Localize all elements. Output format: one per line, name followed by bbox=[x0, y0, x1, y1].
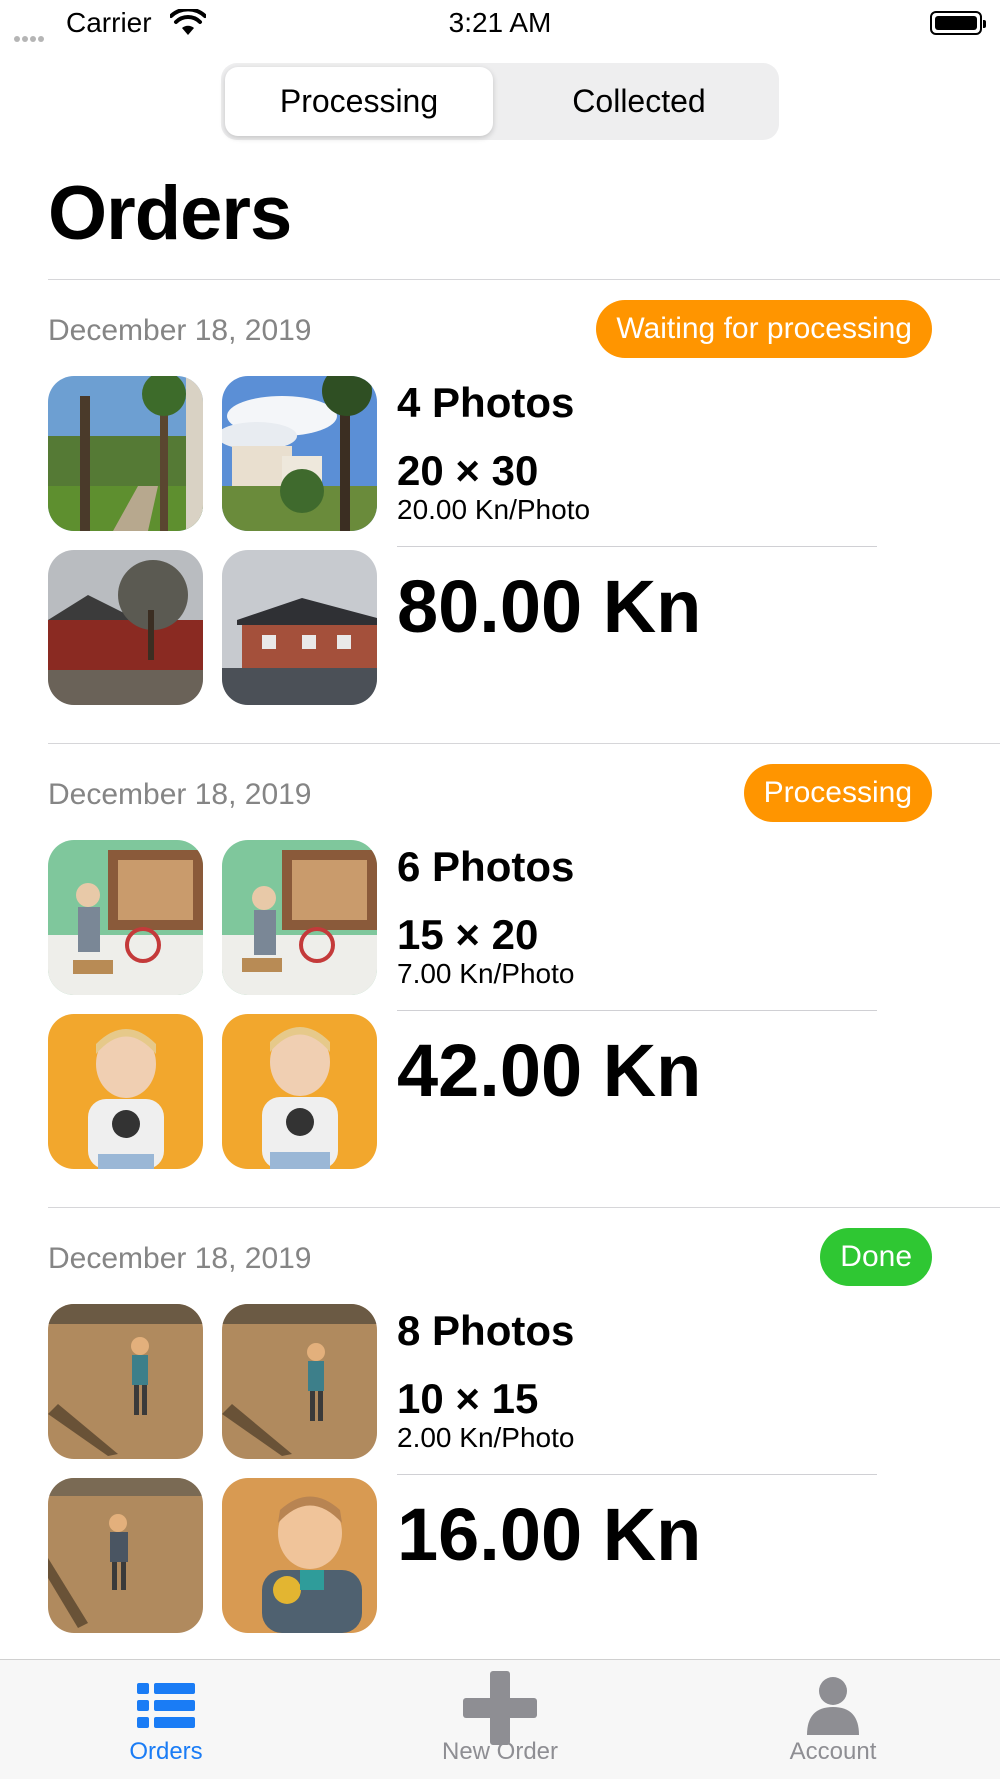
tab-orders[interactable]: Orders bbox=[36, 1660, 296, 1779]
photos-count: 4 Photos bbox=[397, 379, 575, 426]
divider bbox=[397, 546, 877, 547]
segment-processing[interactable]: Processing bbox=[225, 67, 493, 136]
order-total: 42.00 Kn bbox=[397, 1029, 702, 1112]
toddler-playroom-photo bbox=[222, 840, 377, 995]
order-card[interactable]: December 18, 2019 Processing 6 Photos 15… bbox=[0, 743, 1000, 1207]
order-total: 80.00 Kn bbox=[397, 565, 702, 648]
status-badge: Processing bbox=[743, 764, 932, 822]
person-icon bbox=[807, 1677, 859, 1735]
divider bbox=[397, 1010, 877, 1011]
tab-account[interactable]: Account bbox=[703, 1660, 963, 1779]
battery-icon bbox=[930, 11, 986, 35]
toddler-portrait-photo bbox=[222, 1014, 377, 1169]
child-holding-orange-photo bbox=[222, 1478, 377, 1633]
order-card[interactable]: December 18, 2019 Waiting for processing bbox=[0, 279, 1000, 743]
palm-garden-photo bbox=[48, 376, 203, 531]
page-title: Orders bbox=[48, 171, 292, 256]
print-size: 20 × 30 bbox=[397, 447, 539, 494]
toddler-portrait-photo bbox=[48, 1014, 203, 1169]
beach-toddler-photo bbox=[222, 1304, 377, 1459]
plus-icon bbox=[463, 1671, 537, 1745]
segment-collected[interactable]: Collected bbox=[503, 67, 775, 136]
toddler-playroom-photo bbox=[48, 840, 203, 995]
status-badge: Waiting for processing bbox=[596, 300, 932, 358]
price-per-photo: 7.00 Kn/Photo bbox=[397, 958, 575, 989]
status-bar: Carrier 3:21 AM bbox=[0, 0, 1000, 50]
tab-label-account: Account bbox=[789, 1738, 877, 1765]
order-date: December 18, 2019 bbox=[48, 778, 312, 811]
order-card[interactable]: December 18, 2019 Done 8 Photos 10 × 15 … bbox=[0, 1207, 1000, 1671]
photos-count: 6 Photos bbox=[397, 843, 575, 890]
status-badge: Done bbox=[820, 1228, 932, 1286]
tab-label-orders: Orders bbox=[129, 1738, 203, 1765]
divider bbox=[48, 1207, 1000, 1208]
tab-label-new-order: New Order bbox=[441, 1738, 559, 1765]
price-per-photo: 2.00 Kn/Photo bbox=[397, 1422, 575, 1453]
divider bbox=[48, 279, 1000, 280]
beach-toddler-photo bbox=[48, 1304, 203, 1459]
palm-house-photo bbox=[222, 376, 377, 531]
beach-walk-photo bbox=[48, 1478, 203, 1633]
order-date: December 18, 2019 bbox=[48, 314, 312, 347]
brick-house-photo bbox=[222, 550, 377, 705]
divider bbox=[48, 743, 1000, 744]
segmented-control: Processing Collected bbox=[221, 63, 779, 140]
photos-count: 8 Photos bbox=[397, 1307, 575, 1354]
tab-new-order[interactable]: New Order bbox=[370, 1660, 630, 1779]
red-house-photo bbox=[48, 550, 203, 705]
list-icon bbox=[137, 1683, 195, 1728]
order-date: December 18, 2019 bbox=[48, 1242, 312, 1275]
orders-list: December 18, 2019 Waiting for processing bbox=[0, 279, 1000, 1671]
order-total: 16.00 Kn bbox=[397, 1493, 702, 1576]
tab-bar: Orders New Order Account bbox=[0, 1659, 1000, 1779]
print-size: 10 × 15 bbox=[397, 1375, 539, 1422]
print-size: 15 × 20 bbox=[397, 911, 539, 958]
price-per-photo: 20.00 Kn/Photo bbox=[397, 494, 591, 525]
status-time: 3:21 AM bbox=[448, 7, 552, 38]
divider bbox=[397, 1474, 877, 1475]
